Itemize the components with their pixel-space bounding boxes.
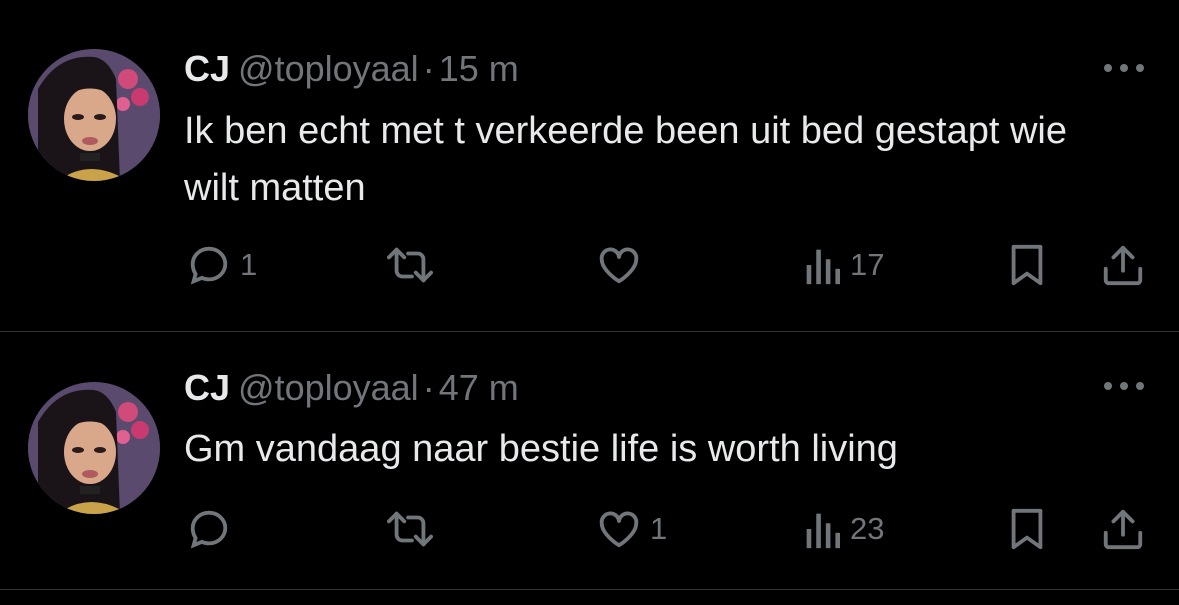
retweet-icon <box>385 242 435 288</box>
reply-button[interactable] <box>186 504 240 554</box>
tweet-text: Ik ben echt met t verkeerde been uit bed… <box>184 110 1067 209</box>
more-icon[interactable] <box>1101 58 1147 78</box>
more-icon[interactable] <box>1101 376 1147 396</box>
timestamp[interactable]: 15 m <box>439 48 519 89</box>
like-count: 1 <box>650 511 668 546</box>
view-count: 17 <box>850 247 885 282</box>
tweet-actions: 1 23 <box>0 504 1179 554</box>
avatar-image <box>28 382 160 514</box>
divider <box>0 589 1179 590</box>
bookmark-icon <box>1006 506 1048 552</box>
tweet-actions: 1 17 <box>0 240 1179 290</box>
separator-dot: · <box>422 48 435 89</box>
share-button[interactable] <box>1101 240 1145 290</box>
avatar-image <box>28 49 160 181</box>
views-icon <box>802 506 842 552</box>
tweet-text: Gm vandaag naar bestie life is worth liv… <box>184 428 898 470</box>
timestamp[interactable]: 47 m <box>439 367 519 408</box>
tweet-header: CJ @toployaal · 47 m <box>184 366 519 410</box>
bookmark-button[interactable] <box>1006 504 1048 554</box>
share-icon <box>1101 242 1145 288</box>
bookmark-button[interactable] <box>1006 240 1048 290</box>
share-button[interactable] <box>1101 504 1145 554</box>
separator-dot: · <box>422 367 435 408</box>
avatar[interactable] <box>28 382 160 514</box>
like-button[interactable] <box>596 240 650 290</box>
comment-icon <box>186 506 232 552</box>
tweet[interactable]: CJ @toployaal · 47 m Gm vandaag naar bestie… <box>0 332 1179 589</box>
views-icon <box>802 242 842 288</box>
reply-count: 1 <box>240 247 258 282</box>
views-button[interactable]: 23 <box>802 504 884 554</box>
avatar[interactable] <box>28 49 160 181</box>
heart-icon <box>596 242 642 288</box>
tweet-header: CJ @toployaal · 15 m <box>184 47 519 91</box>
retweet-icon <box>385 506 435 552</box>
display-name[interactable]: CJ <box>184 367 230 408</box>
views-button[interactable]: 17 <box>802 240 884 290</box>
tweet[interactable]: CJ @toployaal · 15 m Ik ben echt met t verk… <box>0 0 1179 331</box>
share-icon <box>1101 506 1145 552</box>
reply-button[interactable]: 1 <box>186 240 257 290</box>
retweet-button[interactable] <box>385 240 435 290</box>
display-name[interactable]: CJ <box>184 48 230 89</box>
user-handle[interactable]: @toployaal <box>238 48 419 89</box>
bookmark-icon <box>1006 242 1048 288</box>
heart-icon <box>596 506 642 552</box>
retweet-button[interactable] <box>385 504 435 554</box>
like-button[interactable]: 1 <box>596 504 667 554</box>
view-count: 23 <box>850 511 885 546</box>
user-handle[interactable]: @toployaal <box>238 367 419 408</box>
comment-icon <box>186 242 232 288</box>
